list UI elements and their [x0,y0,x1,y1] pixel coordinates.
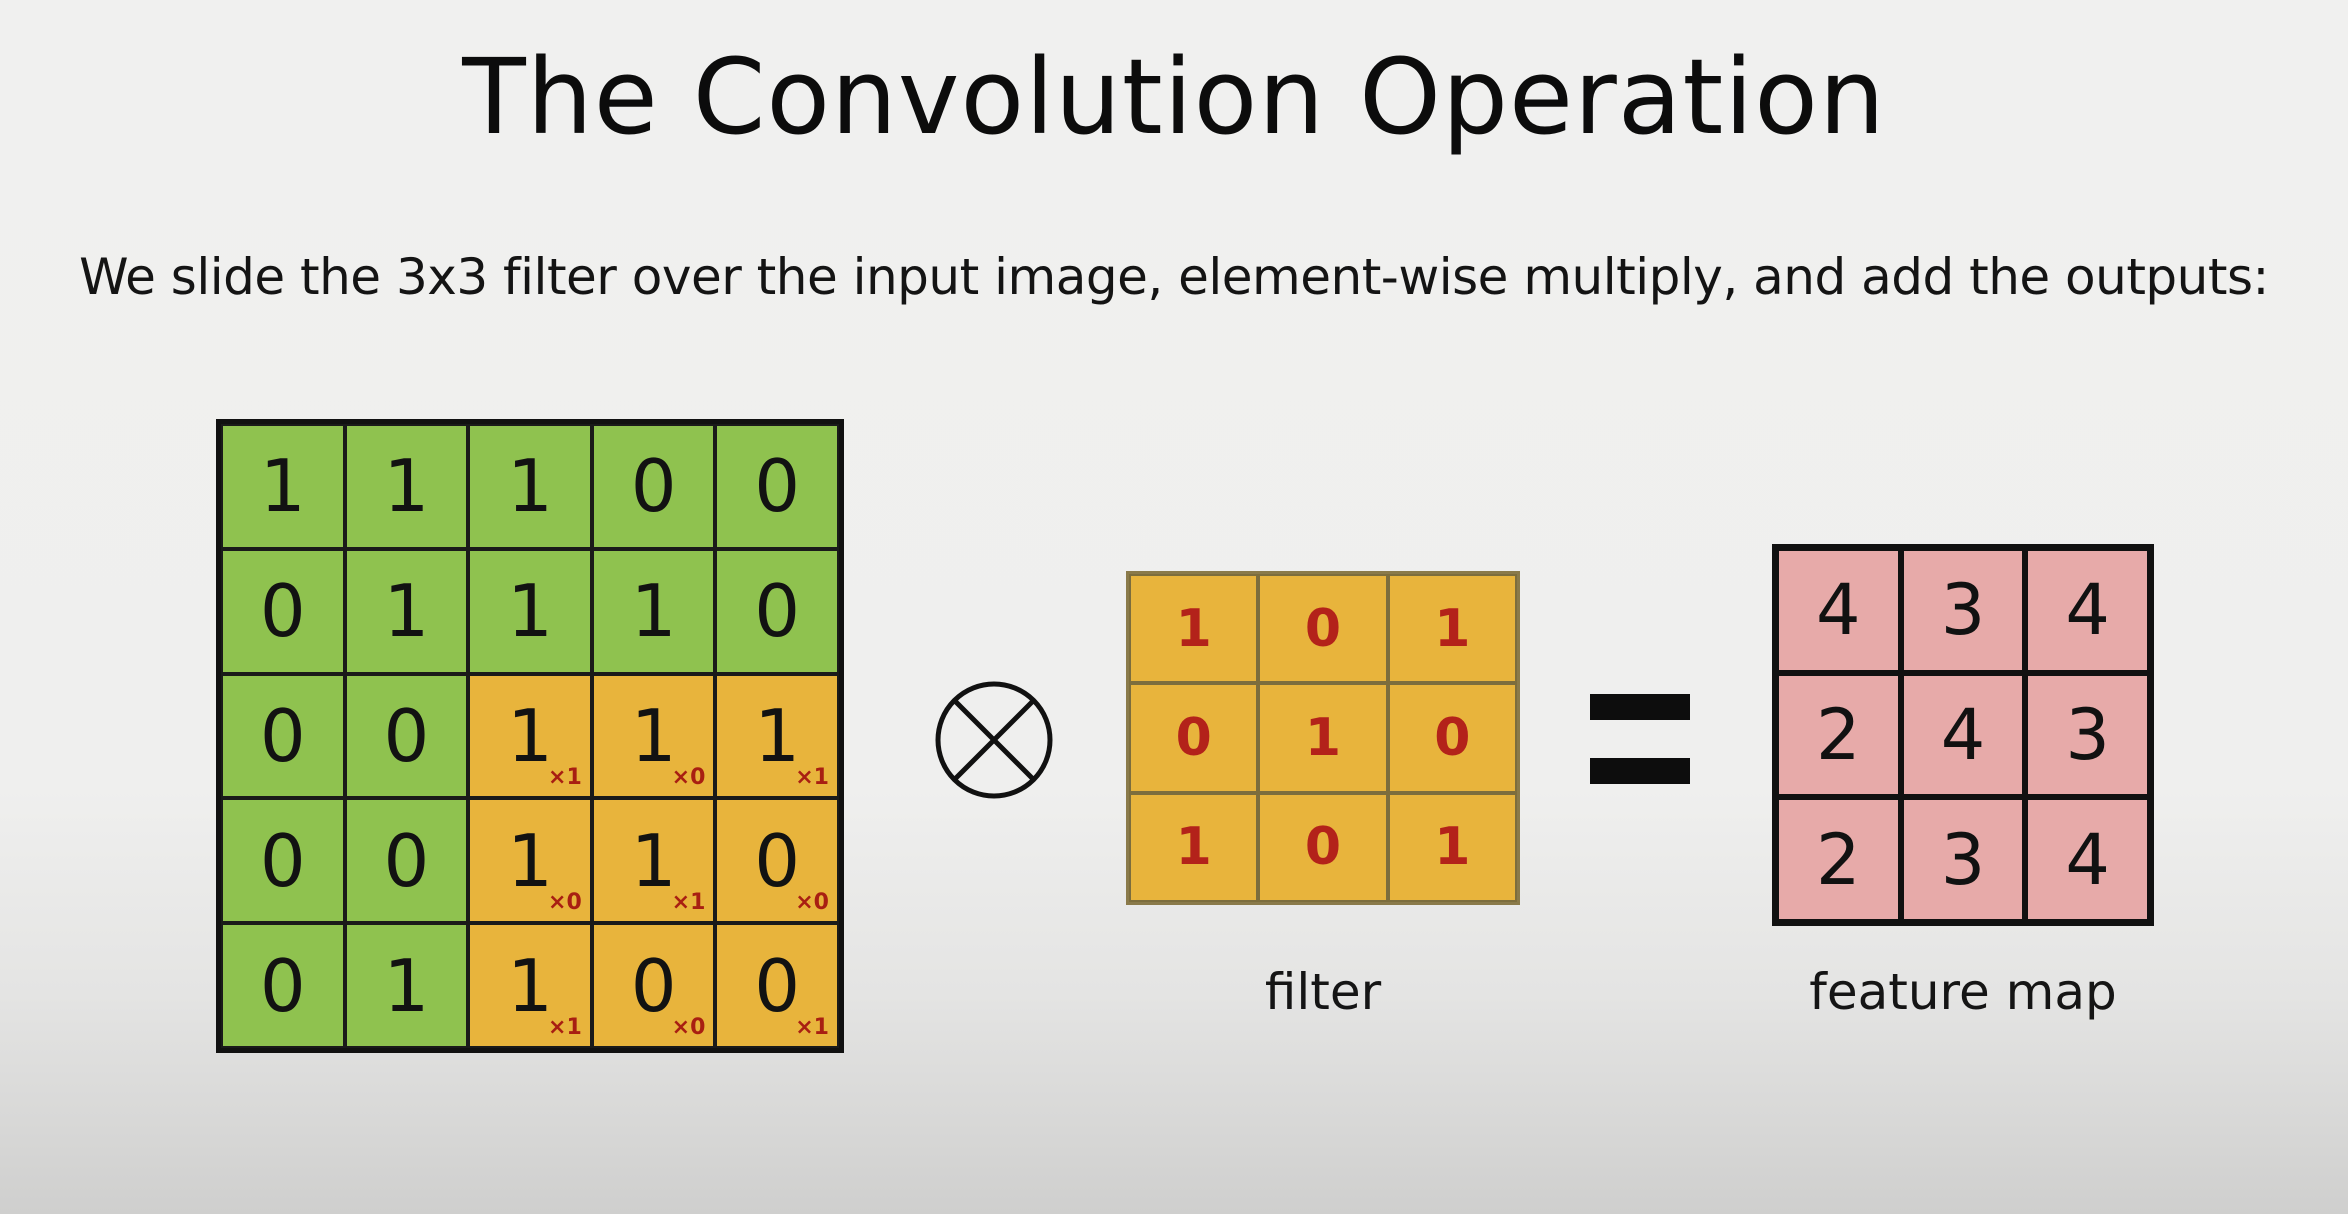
filter-cell: 0 [1129,683,1259,793]
input-cell-value: 0 [259,943,306,1028]
input-cell-value: 0 [259,569,306,654]
filter-cell: 1 [1387,792,1517,902]
filter-cell: 0 [1387,683,1517,793]
input-window-cell: 0 ×1 [715,923,839,1048]
input-window-cell: 0 ×0 [591,923,716,1048]
input-cell: 0 [344,673,469,799]
input-cell-value: 0 [754,569,801,654]
input-image-grid: 1 1 1 0 0 0 1 1 1 0 0 0 1 ×1 1 ×0 1 ×1 0 0 1 ×0 1 ×1 0 ×0 0 1 1 ×1 0 ×0… [216,419,844,1053]
input-window-cell: 1 ×1 [591,798,716,924]
feature-map-cell: 3 [1900,548,2026,673]
input-cell: 1 [221,424,345,549]
feature-map-cell: 4 [2025,548,2150,673]
filter-cell: 1 [1129,574,1259,684]
input-cell-value: 1 [507,444,553,529]
input-cell: 0 [715,424,839,549]
filter-weight-subscript: ×1 [548,765,582,791]
equals-sign-icon [1590,694,1690,784]
input-cell-value: 0 [630,444,677,529]
convolution-operator-icon [935,681,1053,799]
input-window-cell: 1 ×0 [468,798,592,924]
input-cell-value: 0 [383,693,430,778]
feature-map-cell: 4 [1900,672,2026,798]
feature-map-cell: 3 [1900,797,2026,922]
feature-map-cell: 4 [1776,548,1901,673]
filter-weight-subscript: ×1 [671,890,706,916]
filter-weight-subscript: ×0 [795,890,829,916]
filter-cell: 0 [1258,574,1388,684]
slide-subtitle: We slide the 3x3 filter over the input i… [79,248,2269,306]
input-cell: 0 [591,424,716,549]
input-cell-value: 1 [383,569,430,654]
input-cell-value: 0 [259,818,306,903]
filter-grid: 101010101 [1126,571,1520,905]
input-window-cell: 1 ×0 [591,673,716,799]
input-cell-value: 1 [259,444,306,529]
input-cell-value: 1 [383,444,430,529]
input-cell-value: 0 [383,818,430,903]
feature-map-label: feature map [1809,963,2117,1021]
input-cell-value: 1 [383,943,430,1028]
input-window-cell: 1 ×1 [468,923,592,1048]
input-cell: 1 [344,548,469,674]
input-cell: 0 [221,548,345,674]
filter-cell: 1 [1387,574,1517,684]
feature-map-cell: 2 [1776,672,1901,798]
feature-map-cell: 3 [2025,672,2150,798]
filter-weight-subscript: ×0 [671,765,706,791]
input-cell-value: 0 [754,943,801,1028]
input-cell: 0 [715,548,839,674]
input-cell-value: 1 [507,693,553,778]
input-cell: 1 [468,424,592,549]
input-cell-value: 1 [507,943,553,1028]
input-cell-value: 1 [630,818,677,903]
input-cell: 1 [591,548,716,674]
input-window-cell: 0 ×0 [715,798,839,924]
filter-weight-subscript: ×0 [671,1015,706,1040]
input-cell: 1 [468,548,592,674]
input-cell-value: 0 [754,444,801,529]
input-cell-value: 0 [259,693,306,778]
input-cell: 0 [221,673,345,799]
input-cell-value: 1 [630,569,677,654]
input-window-cell: 1 ×1 [715,673,839,799]
input-cell: 0 [221,923,345,1048]
input-cell-value: 1 [754,693,801,778]
input-cell-value: 0 [630,943,677,1028]
input-cell-value: 1 [507,569,553,654]
slide-title: The Convolution Operation [462,36,1886,158]
input-cell: 1 [344,923,469,1048]
input-window-cell: 1 ×1 [468,673,592,799]
filter-cell: 0 [1258,792,1388,902]
filter-label: filter [1264,963,1382,1021]
feature-map-cell: 4 [2025,797,2150,922]
feature-map-grid: 434243234 [1772,544,2154,926]
filter-cell: 1 [1258,683,1388,793]
input-cell-value: 1 [507,818,553,903]
feature-map-cell: 2 [1776,797,1901,922]
input-cell: 0 [221,798,345,924]
input-cell-value: 1 [630,693,677,778]
filter-weight-subscript: ×1 [548,1015,582,1040]
input-cell: 1 [344,424,469,549]
input-cell-value: 0 [754,818,801,903]
filter-weight-subscript: ×1 [795,765,829,791]
filter-weight-subscript: ×1 [795,1015,829,1040]
filter-cell: 1 [1129,792,1259,902]
input-cell: 0 [344,798,469,924]
filter-weight-subscript: ×0 [548,890,582,916]
